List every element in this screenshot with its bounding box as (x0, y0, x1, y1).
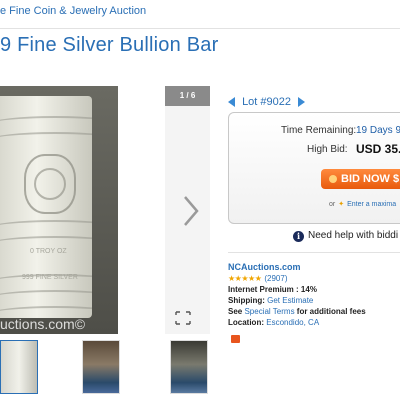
image-counter: 1 / 6 (165, 86, 210, 106)
high-bid-value: USD 35.0 (356, 142, 400, 156)
lot-number: Lot #9022 (242, 96, 291, 108)
special-terms-row: See Special Terms for additional fees (228, 307, 366, 316)
image-gallery: 0 TROY OZ 999 FINE SILVER uctions.com© 1… (0, 86, 210, 334)
premium-value: 14% (300, 285, 317, 294)
rating-stars-icon: ★★★★★ (228, 274, 262, 283)
bid-now-label: BID NOW $ (341, 173, 400, 185)
internet-premium-row: Internet Premium : 14% (228, 285, 317, 294)
flag-icon[interactable] (231, 335, 240, 343)
lot-navigation: Lot #9022 (228, 96, 306, 108)
max-bid-link[interactable]: Enter a maxima (347, 201, 396, 208)
page-title: 9 Fine Silver Bullion Bar (0, 34, 219, 56)
bar-weight-text: 0 TROY OZ (30, 248, 67, 255)
seller-divider (228, 252, 400, 253)
shipping-estimate-link[interactable]: Get Estimate (267, 296, 313, 305)
bidding-help-link[interactable]: i Need help with biddi (293, 230, 398, 242)
bid-panel: Time Remaining: 19 Days 9 High Bid: USD … (228, 112, 400, 224)
bid-now-button[interactable]: BID NOW $ (321, 169, 400, 189)
location-row: Location: Escondido, CA (228, 318, 319, 327)
location-label: Location: (228, 318, 264, 327)
shipping-row: Shipping: Get Estimate (228, 296, 313, 305)
next-lot-icon[interactable] (298, 97, 306, 108)
thumbnail-3[interactable] (170, 340, 208, 394)
thumbnail-2[interactable] (82, 340, 120, 394)
info-icon: i (293, 231, 304, 242)
seller-rating[interactable]: ★★★★★ (2907) (228, 274, 287, 283)
see-label: See (228, 307, 243, 316)
premium-label: Internet Premium : (228, 285, 299, 294)
high-bid-label: High Bid: (307, 144, 348, 155)
breadcrumb[interactable]: e Fine Coin & Jewelry Auction (0, 5, 146, 17)
previous-lot-icon[interactable] (228, 97, 235, 108)
bar-purity-text: 999 FINE SILVER (22, 274, 78, 281)
main-product-image[interactable]: 0 TROY OZ 999 FINE SILVER uctions.com© (0, 86, 118, 334)
max-bid-row: or ✦ Enter a maxima (329, 200, 396, 208)
pin-icon: ✦ (338, 201, 345, 208)
image-watermark: uctions.com© (0, 316, 86, 332)
location-value: Escondido, CA (266, 318, 320, 327)
expand-icon[interactable] (175, 311, 191, 325)
time-remaining-label: Time Remaining: (281, 125, 357, 136)
or-text: or (329, 201, 336, 208)
seller-name[interactable]: NCAuctions.com (228, 262, 301, 272)
bid-button-icon (329, 175, 337, 183)
next-image-icon[interactable] (180, 194, 202, 228)
shipping-label: Shipping: (228, 296, 265, 305)
help-label: Need help with biddi (308, 230, 399, 241)
thumbnail-strip (0, 340, 210, 400)
time-remaining-value: 19 Days 9 (356, 125, 400, 136)
terms-suffix: for additional fees (296, 307, 366, 316)
silver-bar-picture: 0 TROY OZ 999 FINE SILVER (0, 96, 92, 318)
header-divider (0, 28, 400, 29)
review-count: (2907) (264, 274, 288, 283)
thumbnail-1[interactable] (0, 340, 38, 394)
special-terms-link[interactable]: Special Terms (244, 307, 294, 316)
